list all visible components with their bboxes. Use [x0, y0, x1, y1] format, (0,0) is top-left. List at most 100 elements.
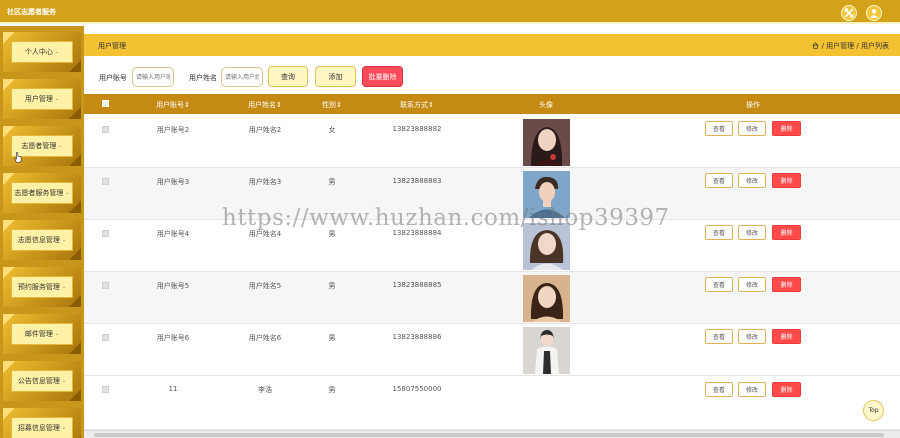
edit-button[interactable]: 修改 — [738, 329, 766, 344]
delete-button[interactable]: 删除 — [772, 277, 801, 292]
name-search-input[interactable] — [221, 67, 263, 87]
sidebar-item-label: 预约服务管理 — [17, 283, 60, 291]
cell-gender: 男 — [328, 386, 336, 394]
view-button[interactable]: 查看 — [705, 121, 733, 136]
sidebar-item-notice-management[interactable]: 公告信息管理 ⌄ — [3, 361, 81, 401]
batch-delete-button[interactable]: 批量删除 — [362, 66, 403, 87]
sidebar-item-label: 公告信息管理 — [17, 377, 60, 385]
column-phone[interactable]: 联系方式⇕ — [400, 100, 434, 110]
column-name[interactable]: 用户姓名⇕ — [248, 100, 282, 110]
table-row: 11 李浩 男 15807550000 查看 修改 删除 — [84, 376, 900, 430]
edit-button[interactable]: 修改 — [738, 382, 766, 397]
delete-button[interactable]: 删除 — [772, 173, 801, 188]
view-button[interactable]: 查看 — [705, 277, 733, 292]
row-checkbox[interactable] — [102, 178, 109, 185]
chevron-down-icon: ⌄ — [61, 378, 67, 384]
row-checkbox[interactable] — [102, 126, 109, 133]
add-button[interactable]: 添加 — [315, 66, 356, 87]
chevron-down-icon: ⌄ — [61, 425, 67, 431]
delete-button[interactable]: 删除 — [772, 382, 801, 397]
avatar — [523, 327, 570, 374]
breadcrumb-text[interactable]: / 用户管理 / 用户列表 — [822, 42, 889, 50]
cell-account: 用户账号2 — [156, 126, 190, 134]
scrollbar-thumb[interactable] — [94, 433, 884, 437]
cell-phone: 15807550000 — [392, 385, 442, 393]
chevron-down-icon: ⌄ — [54, 96, 60, 102]
page-title: 用户管理 — [98, 42, 126, 50]
select-all-checkbox[interactable] — [102, 100, 109, 107]
fullscreen-button[interactable] — [841, 5, 857, 21]
sidebar-item-volunteer-info[interactable]: 志愿信息管理 ⌄ — [3, 220, 81, 260]
sidebar-item-label: 志愿信息管理 — [17, 236, 60, 244]
watermark-text: https://www.huzhan.com/ishop39397 — [222, 205, 670, 231]
column-actions: 操作 — [746, 101, 760, 109]
female-portrait-image — [523, 275, 570, 322]
mouse-cursor-icon — [14, 152, 22, 163]
account-label: 用户账号 — [99, 74, 127, 82]
chevron-down-icon: ⌄ — [58, 143, 63, 149]
edit-button[interactable]: 修改 — [738, 277, 766, 292]
row-checkbox[interactable] — [102, 282, 109, 289]
chevron-down-icon: ⌄ — [54, 331, 60, 337]
cell-account: 用户账号5 — [156, 282, 190, 290]
edit-button[interactable]: 修改 — [738, 173, 766, 188]
table-header: 用户账号⇕ 用户姓名⇕ 性别⇕ 联系方式⇕ 头像 操作 — [84, 94, 900, 114]
delete-button[interactable]: 删除 — [772, 225, 801, 240]
sidebar-item-label: 用户管理 — [24, 95, 53, 103]
cell-name: 用户姓名5 — [248, 282, 282, 290]
table-row: 用户账号6 用户姓名6 男 13823888886 查看 修改 删除 — [84, 324, 900, 376]
user-icon — [870, 9, 878, 18]
sidebar-item-label: 志愿者服务管理 — [14, 189, 64, 197]
view-button[interactable]: 查看 — [705, 173, 733, 188]
view-button[interactable]: 查看 — [705, 329, 733, 344]
chevron-down-icon: ⌄ — [61, 284, 67, 290]
table-row: 用户账号5 用户姓名5 男 13823888885 查看 修改 删除 — [84, 272, 900, 324]
cell-phone: 13823888886 — [392, 333, 442, 341]
back-to-top-button[interactable]: Top — [863, 400, 884, 421]
sidebar: 个人中心 ⌄ 用户管理 ⌄ 志愿者管理 ⌄ 志愿者服务管理 ⌄ 志愿信息管理 ⌄ 预约服务… — [0, 26, 84, 438]
sidebar-item-recruitment-management[interactable]: 招募信息管理 ⌄ — [3, 408, 81, 438]
view-button[interactable]: 查看 — [705, 225, 733, 240]
top-bar: 社区志愿者服务 — [0, 0, 900, 24]
row-checkbox[interactable] — [102, 230, 109, 237]
user-menu-button[interactable] — [866, 5, 882, 21]
table-row: 用户账号2 用户姓名2 女 13823888882 查看 修改 删除 — [84, 116, 900, 168]
column-account[interactable]: 用户账号⇕ — [156, 100, 190, 110]
cell-phone: 13823888882 — [392, 125, 442, 133]
cell-account: 用户账号3 — [156, 178, 190, 186]
view-button[interactable]: 查看 — [705, 382, 733, 397]
chevron-down-icon: ⌄ — [65, 190, 70, 196]
edit-button[interactable]: 修改 — [738, 121, 766, 136]
sidebar-item-user-management[interactable]: 用户管理 ⌄ — [3, 79, 81, 119]
delete-button[interactable]: 删除 — [772, 121, 801, 136]
cell-phone: 13823888883 — [392, 177, 442, 185]
delete-button[interactable]: 删除 — [772, 329, 801, 344]
fullscreen-icon — [844, 8, 854, 18]
sidebar-item-personal-center[interactable]: 个人中心 ⌄ — [3, 32, 81, 72]
cell-name: 用户姓名2 — [248, 126, 282, 134]
cell-account: 11 — [168, 385, 178, 393]
female-portrait-image — [523, 119, 570, 166]
cell-gender: 男 — [328, 178, 336, 186]
column-gender[interactable]: 性别⇕ — [322, 100, 342, 110]
row-checkbox[interactable] — [102, 386, 109, 393]
sidebar-item-label: 志愿者管理 — [21, 142, 57, 150]
account-search-input[interactable] — [132, 67, 174, 87]
breadcrumb: / 用户管理 / 用户列表 — [812, 41, 889, 51]
sidebar-item-label: 招募信息管理 — [17, 424, 60, 432]
sidebar-item-label: 邮件管理 — [24, 330, 53, 338]
page-header: 用户管理 / 用户管理 / 用户列表 — [84, 34, 900, 56]
female-portrait-image — [523, 327, 570, 374]
edit-button[interactable]: 修改 — [738, 225, 766, 240]
horizontal-scrollbar[interactable] — [84, 430, 900, 438]
column-avatar: 头像 — [539, 101, 553, 109]
cell-account: 用户账号6 — [156, 334, 190, 342]
cell-gender: 女 — [328, 126, 336, 134]
home-icon[interactable] — [812, 42, 819, 49]
sidebar-item-volunteer-service[interactable]: 志愿者服务管理 ⌄ — [3, 173, 81, 213]
query-button[interactable]: 查询 — [268, 66, 308, 87]
row-checkbox[interactable] — [102, 334, 109, 341]
sidebar-item-mail-management[interactable]: 邮件管理 ⌄ — [3, 314, 81, 354]
sidebar-item-appointment-service[interactable]: 预约服务管理 ⌄ — [3, 267, 81, 307]
cell-account: 用户账号4 — [156, 230, 190, 238]
